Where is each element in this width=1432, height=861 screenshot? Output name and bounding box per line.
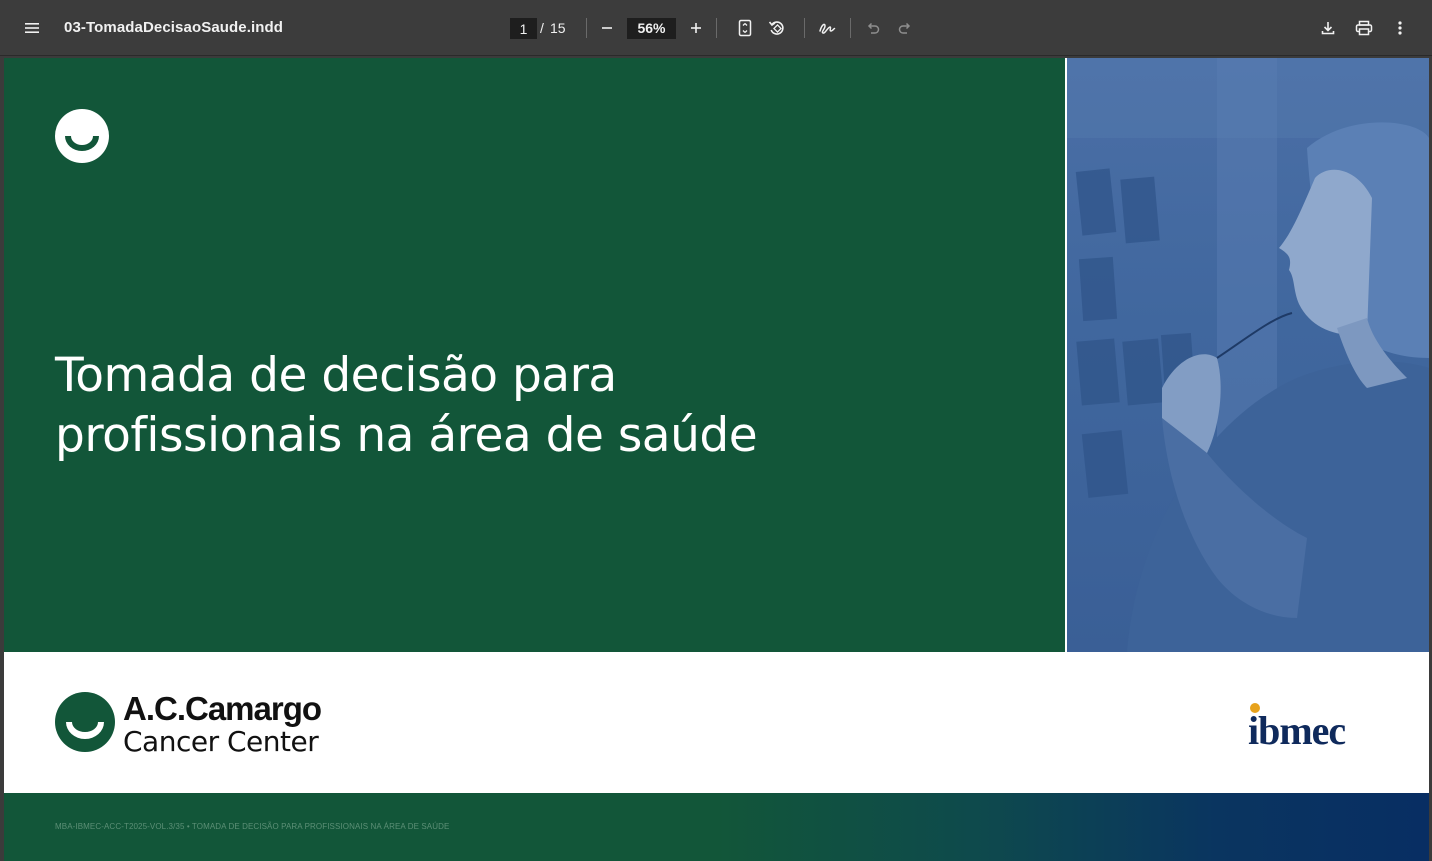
smile-logo-icon — [55, 109, 109, 163]
redo-icon — [898, 22, 911, 34]
zoom-in-button[interactable] — [682, 14, 710, 42]
menu-icon[interactable] — [18, 14, 46, 42]
draw-icon — [819, 23, 836, 34]
cover-title-line: profissionais na área de saúde — [55, 408, 758, 463]
ac-camargo-smile-icon — [55, 692, 115, 752]
minus-icon — [602, 27, 612, 29]
download-button[interactable] — [1314, 14, 1342, 42]
more-vertical-icon — [1398, 21, 1402, 35]
cover-photo-woman-thinking — [1067, 58, 1429, 652]
ibmec-logo: ibmec — [1248, 703, 1346, 750]
more-options-button[interactable] — [1386, 14, 1414, 42]
zoom-level[interactable]: 56% — [627, 18, 676, 39]
page-total: 15 — [550, 20, 566, 36]
cover-title: Tomada de decisão para profissionais na … — [55, 346, 1005, 466]
cover-title-line: Tomada de decisão para — [55, 348, 617, 403]
undo-icon — [867, 22, 880, 34]
page-number-input[interactable] — [510, 18, 537, 39]
ac-camargo-subtitle: Cancer Center — [123, 725, 319, 758]
ibmec-logo-text: ibmec — [1248, 708, 1345, 750]
print-button[interactable] — [1350, 14, 1378, 42]
fit-page-button[interactable] — [731, 14, 759, 42]
fit-page-icon — [738, 19, 752, 37]
ac-camargo-logo: A.C.Camargo Cancer Center — [55, 692, 355, 762]
toolbar-divider — [850, 18, 851, 38]
pdf-page: Tomada de decisão para profissionais na … — [4, 58, 1429, 861]
rotate-icon — [768, 21, 784, 35]
zoom-out-button[interactable] — [593, 14, 621, 42]
annotate-button[interactable] — [813, 14, 841, 42]
download-icon — [1321, 22, 1335, 35]
toolbar-divider — [716, 18, 717, 38]
document-title: 03-TomadaDecisaoSaude.indd — [64, 19, 284, 36]
cover-green-panel: Tomada de decisão para profissionais na … — [4, 58, 1065, 652]
page-separator: / — [540, 20, 544, 36]
redo-button[interactable] — [891, 14, 919, 42]
print-icon — [1355, 20, 1373, 36]
document-viewer[interactable]: Tomada de decisão para profissionais na … — [0, 56, 1432, 861]
toolbar-divider — [804, 18, 805, 38]
undo-button[interactable] — [859, 14, 887, 42]
toolbar-divider — [586, 18, 587, 38]
rotate-button[interactable] — [763, 14, 791, 42]
footer-text: MBA-IBMEC-ACC-T2025-VOL.3/35 • TOMADA DE… — [55, 822, 450, 831]
plus-icon — [691, 23, 701, 33]
woman-photo-illustration — [1067, 58, 1429, 652]
ac-camargo-name: A.C.Camargo — [123, 690, 322, 727]
pdf-toolbar: 03-TomadaDecisaoSaude.indd / 15 56% — [0, 0, 1432, 56]
footer-band: MBA-IBMEC-ACC-T2025-VOL.3/35 • TOMADA DE… — [4, 793, 1429, 861]
